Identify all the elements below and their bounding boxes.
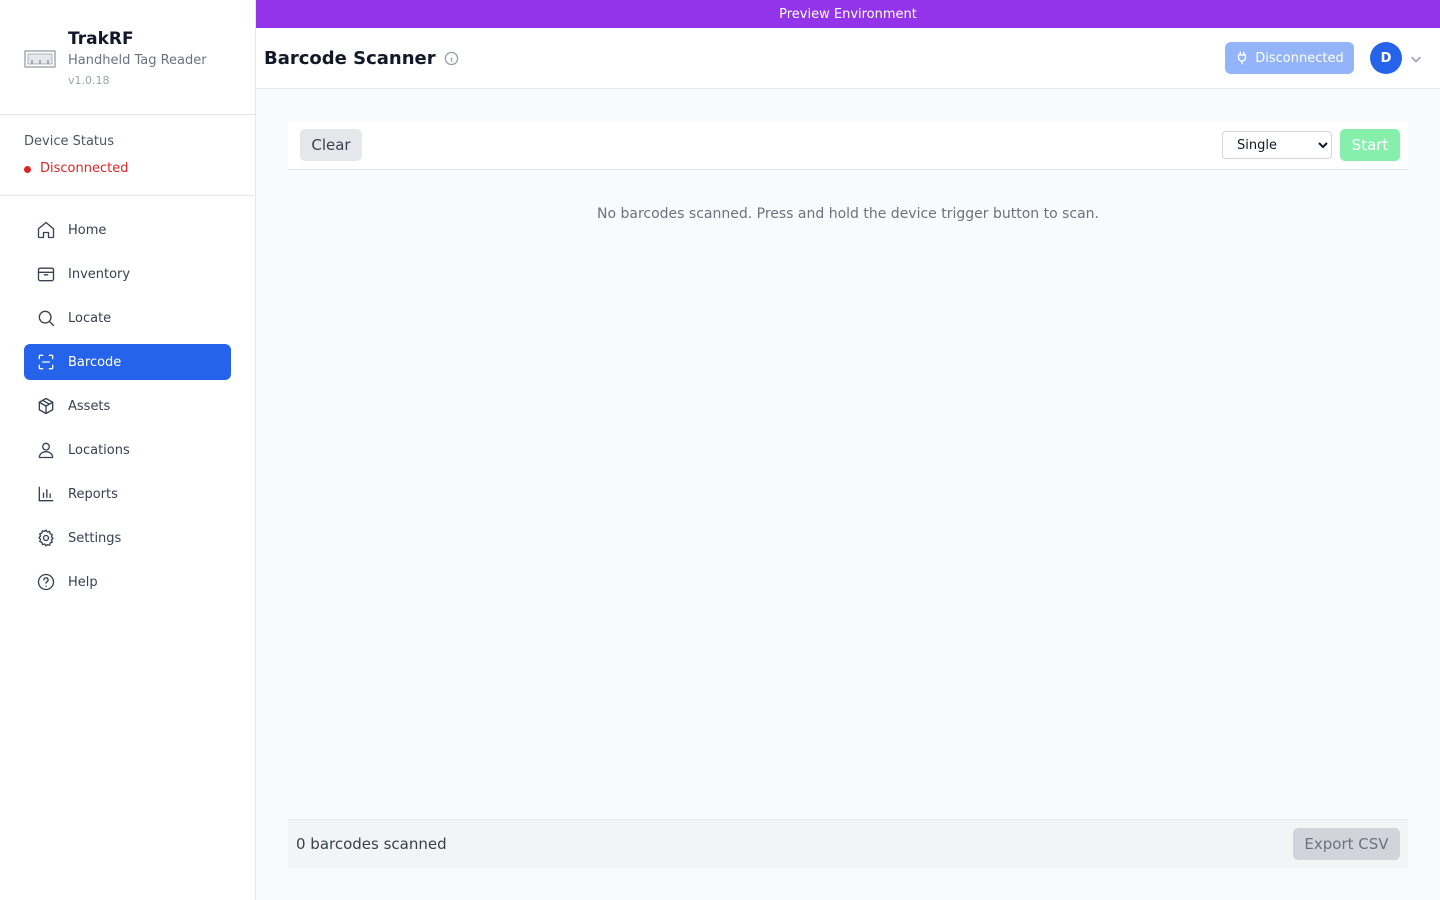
home-icon (36, 220, 56, 240)
sidebar-item-settings[interactable]: Settings (24, 520, 231, 556)
sidebar-item-label: Reports (68, 486, 118, 502)
sidebar-item-label: Home (68, 222, 107, 238)
preview-banner: Preview Environment (256, 0, 1440, 28)
sidebar: TrakRF Handheld Tag Reader v1.0.18 Devic… (0, 0, 256, 900)
sidebar-item-label: Inventory (68, 266, 131, 282)
brand: TrakRF Handheld Tag Reader v1.0.18 (0, 0, 255, 115)
package-icon (36, 264, 56, 284)
gear-icon (36, 528, 56, 548)
sidebar-item-locations[interactable]: Locations (24, 432, 231, 468)
sidebar-item-assets[interactable]: Assets (24, 388, 231, 424)
device-status-panel: Device Status Disconnected (0, 115, 255, 196)
cube-icon (36, 396, 56, 416)
connection-label: Disconnected (1255, 50, 1344, 66)
barcode-count: 0 barcodes scanned (296, 835, 447, 853)
scanner-panel: Clear Single Start No barcodes scanned. … (288, 121, 1408, 222)
sidebar-item-label: Locations (68, 442, 130, 458)
device-status-value: Disconnected (40, 161, 129, 176)
plug-icon (1238, 51, 1247, 65)
info-icon[interactable] (444, 50, 460, 66)
scan-icon (36, 352, 56, 372)
app-title: TrakRF (68, 29, 134, 49)
sidebar-item-label: Barcode (68, 354, 122, 370)
rfid-reader-icon (24, 50, 56, 68)
sidebar-item-locate[interactable]: Locate (24, 300, 231, 336)
device-status-label: Device Status (24, 134, 115, 149)
status-dot (24, 165, 31, 173)
help-circle-icon (36, 572, 56, 592)
empty-state-message: No barcodes scanned. Press and hold the … (597, 206, 1099, 222)
device-status-indicator: Disconnected (24, 160, 255, 178)
scanner-footer: 0 barcodes scanned Export CSV (288, 819, 1408, 868)
page-title: Barcode Scanner (264, 47, 436, 69)
avatar[interactable]: D (1370, 42, 1402, 74)
sidebar-item-label: Help (68, 574, 98, 590)
bar-chart-icon (36, 484, 56, 504)
sidebar-item-reports[interactable]: Reports (24, 476, 231, 512)
chevron-down-icon[interactable] (1409, 51, 1423, 65)
start-button[interactable]: Start (1340, 129, 1400, 161)
scanner-toolbar: Clear Single Start (288, 121, 1408, 170)
sidebar-nav: Home Inventory Locate Barcode Assets Loc… (0, 196, 255, 600)
sidebar-item-barcode[interactable]: Barcode (24, 344, 231, 380)
search-icon (36, 308, 56, 328)
scan-mode-select[interactable]: Single (1222, 131, 1332, 159)
sidebar-item-home[interactable]: Home (24, 212, 231, 248)
app-subtitle: Handheld Tag Reader (68, 53, 207, 68)
sidebar-item-help[interactable]: Help (24, 564, 231, 600)
export-csv-button[interactable]: Export CSV (1293, 828, 1400, 860)
sidebar-item-label: Settings (68, 530, 122, 546)
clear-button[interactable]: Clear (300, 129, 362, 161)
sidebar-item-inventory[interactable]: Inventory (24, 256, 231, 292)
app-version: v1.0.18 (68, 74, 110, 87)
sidebar-item-label: Locate (68, 310, 112, 326)
page-header: Barcode Scanner Disconnected D (256, 28, 1440, 89)
connect-button[interactable]: Disconnected (1225, 42, 1354, 74)
map-pin-icon (36, 440, 56, 460)
sidebar-item-label: Assets (68, 398, 111, 414)
